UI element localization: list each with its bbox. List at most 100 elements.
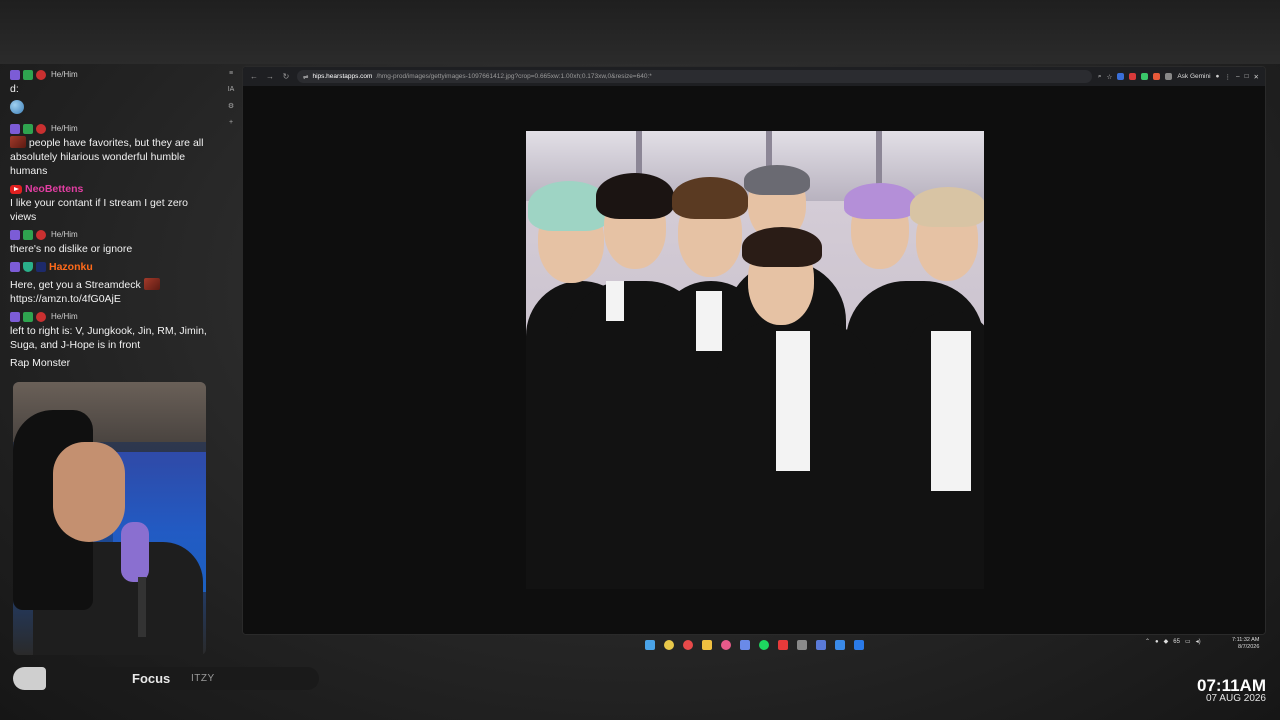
person-shirt: [776, 331, 810, 471]
check-badge-icon: [23, 312, 33, 322]
person-shirt: [696, 291, 722, 351]
maximize-icon[interactable]: □: [1245, 73, 1249, 80]
ball-badge-icon: [36, 312, 46, 322]
pronoun-label: He/Him: [51, 230, 78, 239]
pronoun-label: He/Him: [51, 312, 78, 321]
app-icon[interactable]: [777, 640, 788, 650]
side-toolbar: ≡ IA ⚙ +: [226, 70, 236, 126]
message-text: Here, get you a Streamdeck: [10, 279, 141, 291]
pronoun-label: He/Him: [51, 70, 78, 79]
player-toggle[interactable]: [13, 667, 46, 690]
person-hair: [596, 173, 674, 219]
microphone-icon: [121, 522, 149, 582]
chat-message: [10, 100, 215, 118]
app-icon[interactable]: [796, 640, 807, 650]
browser-toolbar: ← → ↻ ⇌ hips.hearstapps.com/hmg-prod/ima…: [243, 67, 1265, 86]
ask-gemini-button[interactable]: Ask Gemini: [1177, 73, 1210, 80]
settings-icon[interactable]: ⚙: [228, 102, 234, 110]
system-clock[interactable]: 7:11:32 AM 8/7/2026: [1232, 637, 1259, 651]
tray-app-icon[interactable]: ◆: [1164, 638, 1169, 645]
webcam-feed: [13, 382, 206, 655]
subscriber-badge-icon: [10, 230, 20, 240]
app-icon[interactable]: [720, 640, 731, 650]
menu-icon[interactable]: ≡: [229, 70, 233, 77]
subscriber-badge-icon: [10, 70, 20, 80]
volume-icon[interactable]: ◂): [1196, 638, 1201, 645]
forward-icon[interactable]: →: [265, 72, 275, 81]
extension-icon[interactable]: [1141, 73, 1149, 80]
back-icon[interactable]: ←: [249, 72, 259, 81]
toolbar-right: ⌕ ☆ Ask Gemini ● ⋮ – □ ✕: [1098, 73, 1259, 81]
add-icon[interactable]: +: [229, 119, 233, 126]
message-link[interactable]: https://amzn.to/4fG0AjE: [10, 292, 215, 306]
webcam-person-face: [53, 442, 125, 542]
check-badge-icon: [23, 230, 33, 240]
track-title: Focus: [132, 671, 171, 686]
check-badge-icon: [23, 70, 33, 80]
pronoun-label: He/Him: [51, 124, 78, 133]
extension-icon[interactable]: [1129, 73, 1137, 80]
tray-app-icon[interactable]: ●: [1155, 639, 1159, 645]
username: NeoBettens: [25, 183, 84, 195]
zoom-icon[interactable]: ⌕: [1098, 73, 1102, 81]
person-hair: [844, 183, 916, 219]
menu-dots-icon[interactable]: ⋮: [1224, 73, 1231, 81]
vscode-icon[interactable]: [853, 640, 864, 650]
windows-start-icon[interactable]: [644, 640, 655, 650]
chat-message: Hazonku Here, get you a Streamdeck https…: [10, 260, 215, 306]
emote-icon: [143, 278, 160, 290]
dark-badge-icon: [36, 262, 46, 272]
person-shirt: [931, 331, 971, 491]
person-hair: [910, 187, 984, 227]
person-hair: [672, 177, 748, 219]
address-bar[interactable]: ⇌ hips.hearstapps.com/hmg-prod/images/ge…: [297, 70, 1092, 83]
message-text: I like your contant if I stream I get ze…: [10, 197, 188, 223]
chevron-up-icon[interactable]: ⌃: [1145, 638, 1150, 645]
track-artist: ITZY: [191, 673, 215, 684]
text-icon[interactable]: IA: [228, 86, 235, 93]
message-text: Rap Monster: [10, 357, 71, 369]
extension-icon[interactable]: [1153, 73, 1161, 80]
close-icon[interactable]: ✕: [1254, 73, 1259, 81]
chat-overlay: He/Him d: He/Him people have favorites, …: [10, 68, 215, 378]
top-background-band: [0, 0, 1280, 64]
browser-icon[interactable]: [682, 640, 693, 650]
bookmark-star-icon[interactable]: ☆: [1106, 73, 1112, 81]
username: Hazonku: [49, 261, 93, 273]
person-shirt: [606, 281, 624, 321]
ball-badge-icon: [36, 124, 46, 134]
ball-badge-icon: [36, 70, 46, 80]
app-icon[interactable]: [739, 640, 750, 650]
chat-message: He/Him people have favorites, but they a…: [10, 122, 215, 178]
chrome-icon[interactable]: [663, 640, 674, 650]
shield-badge-icon: [23, 262, 33, 272]
subscriber-badge-icon: [10, 262, 20, 272]
extension-icon[interactable]: [1117, 73, 1125, 80]
chat-message: NeoBettens I like your contant if I stre…: [10, 182, 215, 224]
taskbar: [242, 636, 1266, 654]
chat-message: He/Him d:: [10, 68, 215, 96]
site-info-icon[interactable]: ⇌: [303, 73, 308, 81]
person-hair: [744, 165, 810, 195]
emote-icon: [10, 136, 26, 148]
message-text: d:: [10, 83, 19, 95]
system-time: 7:11:32 AM: [1232, 637, 1260, 643]
reload-icon[interactable]: ↻: [281, 72, 291, 81]
mic-arm: [138, 577, 146, 637]
chat-message: Rap Monster: [10, 356, 215, 370]
network-icon[interactable]: ▭: [1185, 638, 1191, 645]
profile-icon[interactable]: ●: [1216, 73, 1220, 80]
check-badge-icon: [23, 124, 33, 134]
app-icon[interactable]: [834, 640, 845, 650]
now-playing-bar: Focus ITZY: [13, 667, 319, 690]
spotify-icon[interactable]: [758, 640, 769, 650]
youtube-icon: [10, 184, 22, 194]
message-text: people have favorites, but they are all …: [10, 137, 204, 177]
extensions-puzzle-icon[interactable]: [1165, 73, 1173, 80]
folder-icon[interactable]: [701, 640, 712, 650]
system-tray: ⌃ ● ◆ 65 ▭ ◂): [1145, 638, 1201, 646]
minimize-icon[interactable]: –: [1236, 73, 1240, 80]
subscriber-badge-icon: [10, 124, 20, 134]
chat-message: He/Him there's no dislike or ignore: [10, 228, 215, 256]
app-icon[interactable]: [815, 640, 826, 650]
